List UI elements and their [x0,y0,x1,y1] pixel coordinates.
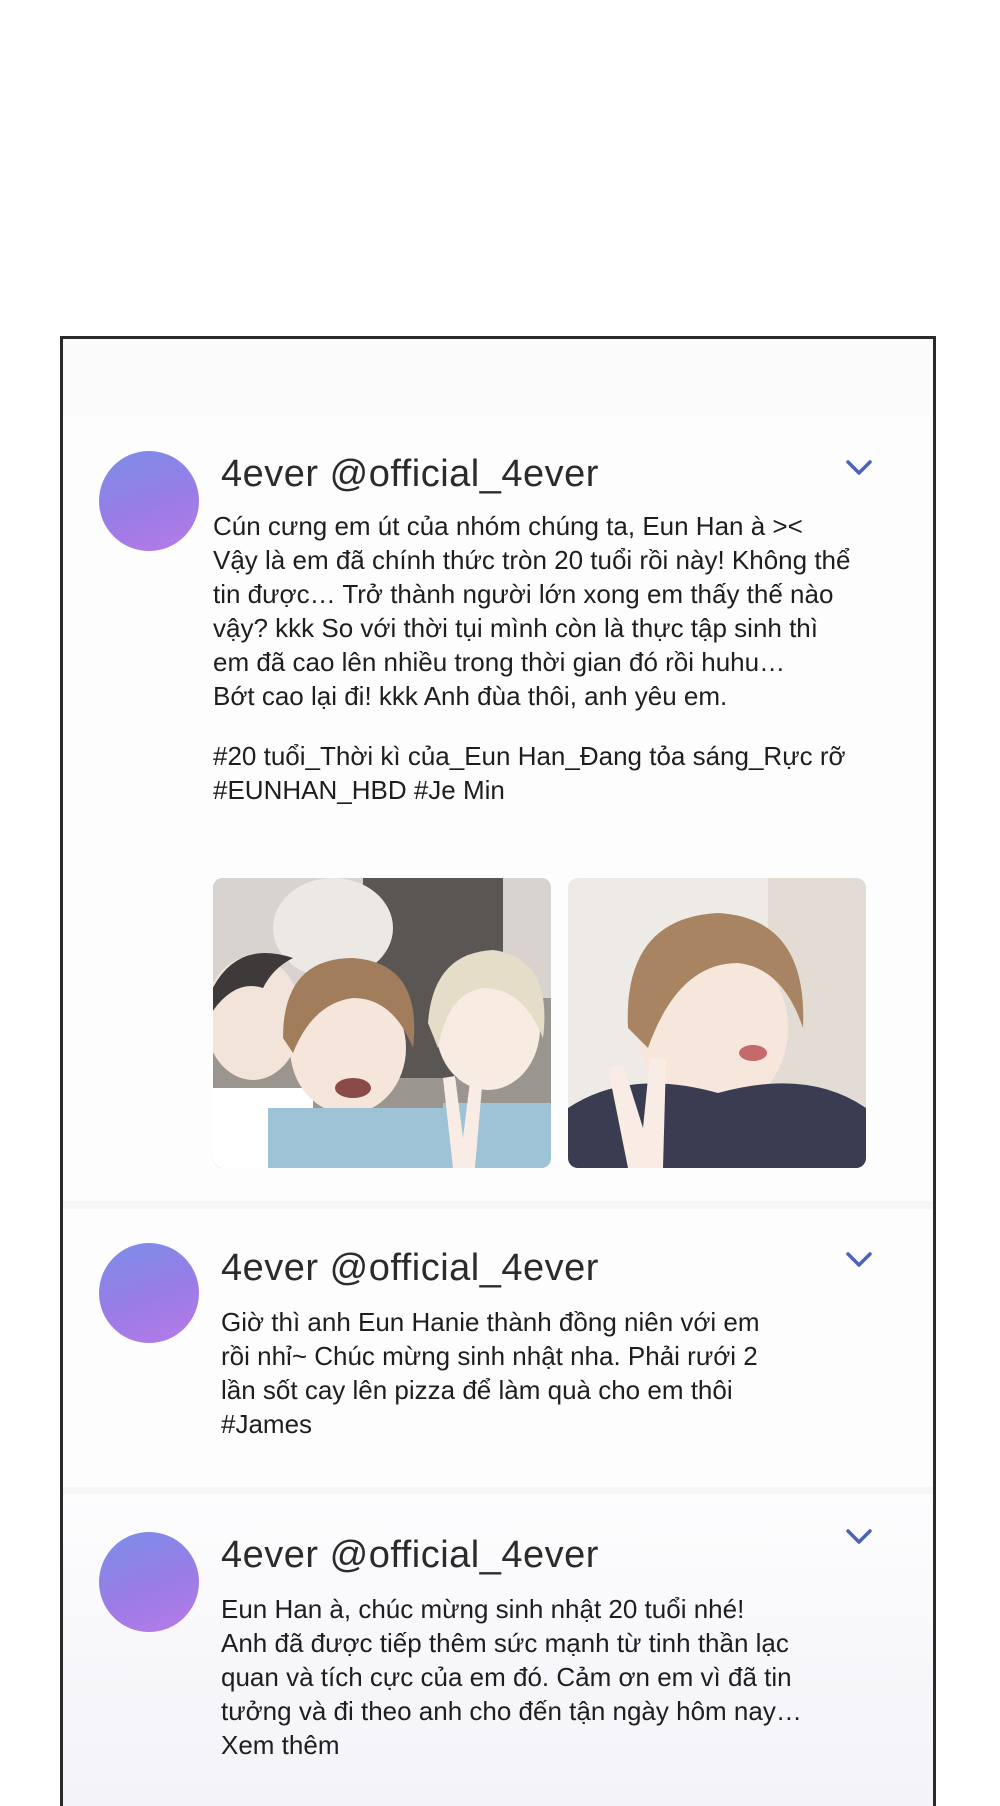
tweet-body-line: Vậy là em đã chính thức tròn 20 tuổi rồi… [213,545,851,575]
tweet-body: Cún cưng em út của nhóm chúng ta, Eun Ha… [213,509,903,713]
tweet-author-header[interactable]: 4ever @official_4ever [221,1247,599,1290]
tweet-body: Eun Han à, chúc mừng sinh nhật 20 tuổi n… [221,1592,861,1762]
tweet-body-line: Cún cưng em út của nhóm chúng ta, Eun Ha… [213,511,803,541]
tweet-card[interactable]: 4ever @official_4ever Giờ thì anh Eun Ha… [63,1209,933,1487]
chevron-down-icon[interactable] [845,1528,873,1546]
tweet-body-line: rồi nhỉ~ Chúc mừng sinh nhật nha. Phải r… [221,1341,758,1371]
chevron-down-icon[interactable] [845,1251,873,1269]
avatar[interactable] [99,1243,199,1343]
tweet-body-line: quan và tích cực của em đó. Cảm ơn em vì… [221,1662,792,1692]
tweet-body-line: Giờ thì anh Eun Hanie thành đồng niên vớ… [221,1307,760,1337]
tweet-author-header[interactable]: 4ever @official_4ever [221,1534,599,1577]
tweet-body-line: vậy? kkk So với thời tụi mình còn là thự… [213,613,818,643]
tweet-card[interactable]: 4ever @official_4ever Cún cưng em út của… [63,417,933,1201]
tweet-body-line: Anh đã được tiếp thêm sức mạnh từ tinh t… [221,1628,789,1658]
post-feed-frame: 4ever @official_4ever Cún cưng em út của… [60,336,936,1806]
see-more-link[interactable]: Xem thêm [221,1728,861,1762]
tweet-image-portrait[interactable] [568,878,866,1168]
avatar[interactable] [99,451,199,551]
tweet-card[interactable]: 4ever @official_4ever Eun Han à, chúc mừ… [63,1494,933,1806]
tweet-body-line[interactable]: #James [221,1407,821,1441]
avatar[interactable] [99,1532,199,1632]
tweet-author-header[interactable]: 4ever @official_4ever [221,453,599,496]
tweet-body-line: tin được… Trở thành người lớn xong em th… [213,579,834,609]
chevron-down-icon[interactable] [845,459,873,477]
tweet-body-line: tưởng và đi theo anh cho đến tận ngày hô… [221,1696,802,1726]
tweet-hashtags: #20 tuổi_Thời kì của_Eun Han_Đang tỏa sá… [213,739,846,807]
tweet-body-line: Eun Han à, chúc mừng sinh nhật 20 tuổi n… [221,1594,745,1624]
tweet-body-line: Bớt cao lại đi! kkk Anh đùa thôi, anh yê… [213,681,728,711]
hashtag-line[interactable]: #20 tuổi_Thời kì của_Eun Han_Đang tỏa sá… [213,739,846,773]
tweet-body-line: lần sốt cay lên pizza để làm quà cho em … [221,1375,733,1405]
feed-top-strip [63,339,933,417]
tweet-body-line: em đã cao lên nhiều trong thời gian đó r… [213,647,786,677]
tweet-image-group-photo[interactable] [213,878,551,1168]
tweet-body: Giờ thì anh Eun Hanie thành đồng niên vớ… [221,1305,821,1441]
hashtag-line[interactable]: #EUNHAN_HBD #Je Min [213,773,846,807]
